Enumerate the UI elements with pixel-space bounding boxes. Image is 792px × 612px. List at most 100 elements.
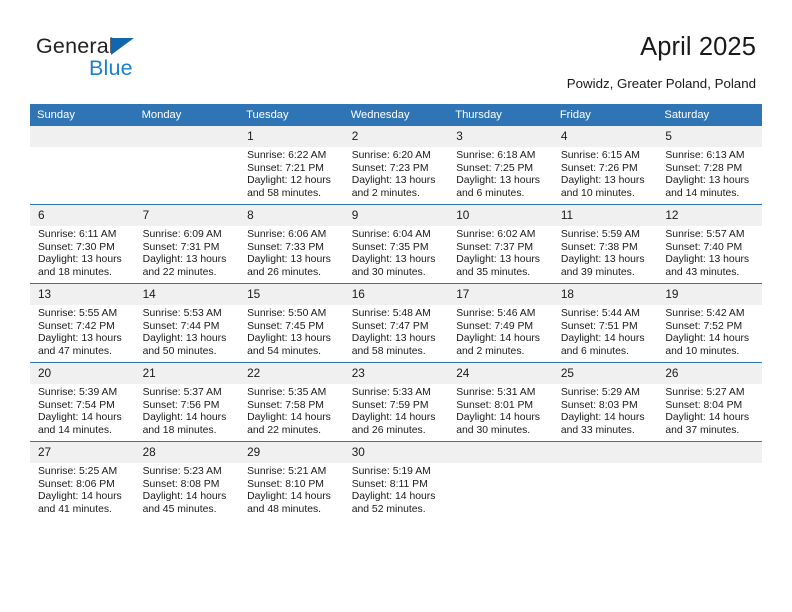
calendar-day-cell[interactable]: 13 Sunrise: 5:55 AM Sunset: 7:42 PM Dayligh…	[30, 283, 135, 363]
day-number: 18	[552, 284, 658, 305]
logo-triangle-icon	[111, 38, 134, 55]
sunset-text: Sunset: 7:49 PM	[456, 320, 534, 332]
calendar-day-cell[interactable]: 17 Sunrise: 5:46 AM Sunset: 7:49 PM Dayligh…	[448, 283, 553, 363]
day-number: 11	[552, 205, 658, 226]
sunrise-text: Sunrise: 5:53 AM	[142, 308, 222, 319]
calendar-day-cell[interactable]: 11 Sunrise: 5:59 AM Sunset: 7:38 PM Dayligh…	[552, 204, 658, 284]
sunset-text: Sunset: 8:03 PM	[560, 399, 638, 411]
sun-info: Sunrise: 5:27 AM Sunset: 8:04 PM Daylight:…	[657, 384, 762, 438]
sunset-text: Sunset: 7:33 PM	[247, 241, 324, 253]
sunrise-text: Sunrise: 5:50 AM	[247, 308, 327, 319]
calendar-weekday-header-row: Sunday Monday Tuesday Wednesday Thursday…	[30, 104, 762, 126]
daylight-text: Daylight: 14 hours and 6 minutes.	[560, 333, 645, 358]
calendar-day-cell[interactable]: 29 Sunrise: 5:21 AM Sunset: 8:10 PM Dayligh…	[239, 441, 344, 520]
sun-info: Sunrise: 6:22 AM Sunset: 7:21 PM Daylight:…	[239, 147, 344, 201]
calendar-day-cell[interactable]: 8 Sunrise: 6:06 AM Sunset: 7:33 PM Daylight…	[239, 204, 344, 284]
daylight-text: Daylight: 13 hours and 30 minutes.	[351, 254, 436, 279]
day-number	[552, 442, 658, 463]
day-number: 9	[343, 205, 449, 226]
sunrise-text: Sunrise: 6:09 AM	[142, 229, 222, 240]
sunrise-text: Sunrise: 6:11 AM	[38, 229, 117, 240]
calendar-day-cell[interactable]: 30 Sunrise: 5:19 AM Sunset: 8:11 PM Dayligh…	[343, 441, 449, 520]
calendar-day-cell[interactable]: 14 Sunrise: 5:53 AM Sunset: 7:44 PM Dayligh…	[134, 283, 240, 363]
sunset-text: Sunset: 8:06 PM	[38, 478, 115, 490]
calendar-day-cell[interactable]: 23 Sunrise: 5:33 AM Sunset: 7:59 PM Dayligh…	[343, 362, 449, 442]
sun-info: Sunrise: 5:53 AM Sunset: 7:44 PM Daylight:…	[135, 305, 240, 359]
daylight-text: Daylight: 14 hours and 10 minutes.	[665, 333, 750, 358]
calendar-day-cell[interactable]: 19 Sunrise: 5:42 AM Sunset: 7:52 PM Dayligh…	[657, 283, 762, 363]
sun-info: Sunrise: 5:19 AM Sunset: 8:11 PM Daylight:…	[344, 463, 449, 517]
sun-info: Sunrise: 5:37 AM Sunset: 7:56 PM Daylight:…	[135, 384, 240, 438]
sunrise-text: Sunrise: 5:46 AM	[456, 308, 536, 319]
sunrise-text: Sunrise: 5:55 AM	[38, 308, 118, 319]
sun-info: Sunrise: 5:46 AM Sunset: 7:49 PM Daylight:…	[448, 305, 553, 359]
daylight-text: Daylight: 14 hours and 48 minutes.	[247, 491, 331, 516]
sunrise-text: Sunrise: 5:27 AM	[665, 387, 745, 398]
calendar-day-cell[interactable]: 16 Sunrise: 5:48 AM Sunset: 7:47 PM Dayligh…	[343, 283, 449, 363]
weekday-header-tuesday: Tuesday	[239, 104, 344, 126]
calendar-empty-cell	[552, 441, 658, 520]
sunrise-text: Sunrise: 5:23 AM	[142, 466, 222, 477]
calendar-day-cell[interactable]: 12 Sunrise: 5:57 AM Sunset: 7:40 PM Dayligh…	[657, 204, 762, 284]
daylight-text: Daylight: 13 hours and 6 minutes.	[456, 175, 540, 200]
sun-info: Sunrise: 5:50 AM Sunset: 7:45 PM Daylight:…	[239, 305, 344, 359]
sun-info: Sunrise: 5:55 AM Sunset: 7:42 PM Daylight:…	[30, 305, 135, 359]
sunset-text: Sunset: 7:31 PM	[142, 241, 220, 253]
sunrise-text: Sunrise: 6:04 AM	[351, 229, 431, 240]
day-number: 26	[657, 363, 762, 384]
sun-info: Sunrise: 6:20 AM Sunset: 7:23 PM Daylight:…	[344, 147, 449, 201]
sunrise-text: Sunrise: 5:25 AM	[38, 466, 118, 477]
calendar-day-cell[interactable]: 15 Sunrise: 5:50 AM Sunset: 7:45 PM Dayligh…	[239, 283, 344, 363]
day-number: 20	[30, 363, 135, 384]
calendar-day-cell[interactable]: 26 Sunrise: 5:27 AM Sunset: 8:04 PM Dayligh…	[657, 362, 762, 442]
day-number: 14	[134, 284, 240, 305]
daylight-text: Daylight: 14 hours and 41 minutes.	[38, 491, 122, 516]
calendar-day-cell[interactable]: 27 Sunrise: 5:25 AM Sunset: 8:06 PM Dayligh…	[30, 441, 135, 520]
day-number: 5	[657, 126, 762, 147]
calendar-page: General Blue April 2025 Powidz, Greater …	[0, 0, 792, 612]
day-number: 23	[343, 363, 449, 384]
daylight-text: Daylight: 12 hours and 58 minutes.	[247, 175, 331, 200]
calendar-day-cell[interactable]: 28 Sunrise: 5:23 AM Sunset: 8:08 PM Dayligh…	[134, 441, 240, 520]
daylight-text: Daylight: 14 hours and 52 minutes.	[351, 491, 436, 516]
calendar-day-cell[interactable]: 2 Sunrise: 6:20 AM Sunset: 7:23 PM Daylight…	[343, 126, 449, 205]
daylight-text: Daylight: 13 hours and 35 minutes.	[456, 254, 540, 279]
sunset-text: Sunset: 7:28 PM	[665, 162, 743, 174]
calendar-day-cell[interactable]: 25 Sunrise: 5:29 AM Sunset: 8:03 PM Dayligh…	[552, 362, 658, 442]
day-number: 1	[239, 126, 344, 147]
calendar-day-cell[interactable]: 3 Sunrise: 6:18 AM Sunset: 7:25 PM Daylight…	[448, 126, 553, 205]
calendar-day-cell[interactable]: 10 Sunrise: 6:02 AM Sunset: 7:37 PM Dayligh…	[448, 204, 553, 284]
sunrise-text: Sunrise: 5:44 AM	[560, 308, 640, 319]
calendar-grid: Sunday Monday Tuesday Wednesday Thursday…	[30, 104, 762, 520]
calendar-day-cell[interactable]: 1 Sunrise: 6:22 AM Sunset: 7:21 PM Daylight…	[239, 126, 344, 205]
calendar-day-cell[interactable]: 4 Sunrise: 6:15 AM Sunset: 7:26 PM Daylight…	[552, 126, 658, 205]
sunset-text: Sunset: 7:42 PM	[38, 320, 115, 332]
calendar-day-cell[interactable]: 7 Sunrise: 6:09 AM Sunset: 7:31 PM Daylight…	[134, 204, 240, 284]
calendar-day-cell[interactable]: 5 Sunrise: 6:13 AM Sunset: 7:28 PM Daylight…	[657, 126, 762, 205]
calendar-day-cell[interactable]: 20 Sunrise: 5:39 AM Sunset: 7:54 PM Dayligh…	[30, 362, 135, 442]
calendar-week-row: 6 Sunrise: 6:11 AM Sunset: 7:30 PM Daylight…	[30, 204, 762, 284]
calendar-day-cell[interactable]: 21 Sunrise: 5:37 AM Sunset: 7:56 PM Dayligh…	[134, 362, 240, 442]
calendar-body: 1 Sunrise: 6:22 AM Sunset: 7:21 PM Daylight…	[30, 126, 762, 520]
day-number: 28	[134, 442, 240, 463]
day-number: 30	[343, 442, 449, 463]
day-number: 24	[448, 363, 553, 384]
day-number: 10	[448, 205, 553, 226]
weekday-header-wednesday: Wednesday	[343, 104, 449, 126]
sunrise-text: Sunrise: 5:39 AM	[38, 387, 118, 398]
sun-info: Sunrise: 5:29 AM Sunset: 8:03 PM Daylight:…	[553, 384, 658, 438]
weekday-header-monday: Monday	[134, 104, 240, 126]
calendar-empty-cell	[30, 126, 135, 205]
calendar-day-cell[interactable]: 18 Sunrise: 5:44 AM Sunset: 7:51 PM Dayligh…	[552, 283, 658, 363]
calendar-day-cell[interactable]: 6 Sunrise: 6:11 AM Sunset: 7:30 PM Daylight…	[30, 204, 135, 284]
sun-info: Sunrise: 5:31 AM Sunset: 8:01 PM Daylight:…	[448, 384, 553, 438]
sunrise-text: Sunrise: 6:06 AM	[247, 229, 327, 240]
day-number	[657, 442, 762, 463]
calendar-week-row: 27 Sunrise: 5:25 AM Sunset: 8:06 PM Dayligh…	[30, 441, 762, 520]
calendar-day-cell[interactable]: 22 Sunrise: 5:35 AM Sunset: 7:58 PM Dayligh…	[239, 362, 344, 442]
calendar-day-cell[interactable]: 24 Sunrise: 5:31 AM Sunset: 8:01 PM Dayligh…	[448, 362, 553, 442]
sunset-text: Sunset: 8:08 PM	[142, 478, 220, 490]
calendar-day-cell[interactable]: 9 Sunrise: 6:04 AM Sunset: 7:35 PM Daylight…	[343, 204, 449, 284]
sunset-text: Sunset: 7:44 PM	[142, 320, 220, 332]
sunset-text: Sunset: 7:30 PM	[38, 241, 115, 253]
